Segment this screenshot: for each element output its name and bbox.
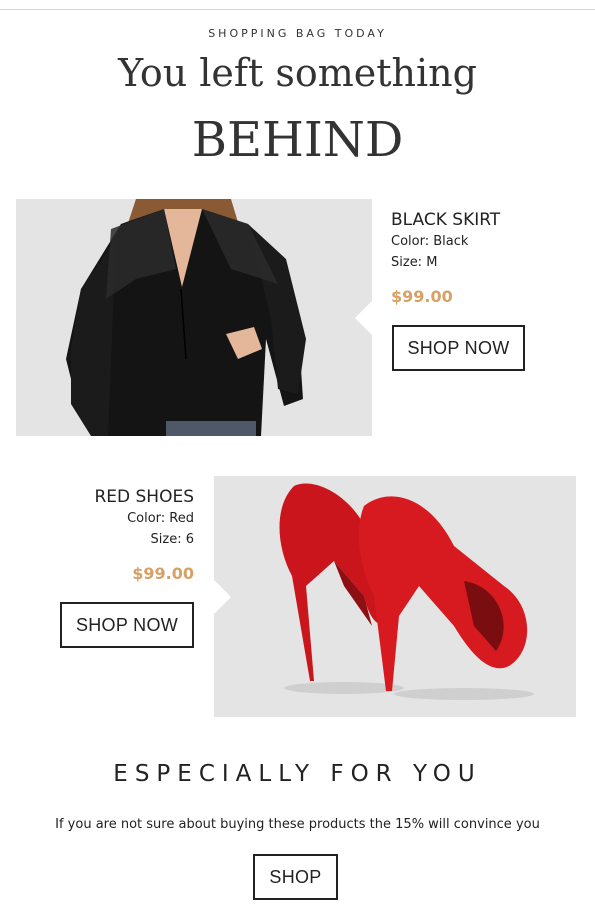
image-notch [214, 580, 231, 614]
shop-now-button-red-shoes[interactable]: SHOP NOW [60, 602, 194, 648]
top-divider [0, 9, 595, 10]
product-price: $99.00 [132, 564, 194, 583]
header-kicker: SHOPPING BAG TODAY [208, 27, 387, 40]
product-name: BLACK SKIRT [391, 210, 501, 230]
red-shoes-illustration [279, 483, 534, 700]
product-image-red-shoes[interactable] [214, 476, 576, 717]
product-size: Size: 6 [150, 532, 194, 547]
headline-emphasis: BEHIND [191, 112, 404, 168]
section-title: ESPECIALLY FOR YOU [113, 761, 482, 787]
product-image-black-blouse[interactable] [16, 199, 372, 436]
product-color: Color: Red [127, 511, 194, 526]
product-price: $99.00 [391, 287, 453, 306]
product-color: Color: Black [391, 234, 469, 249]
product-size: Size: M [391, 255, 438, 270]
shop-now-button-black-skirt[interactable]: SHOP NOW [392, 325, 525, 371]
promo-text: If you are not sure about buying these p… [55, 817, 540, 832]
image-notch [355, 301, 372, 335]
blouse-illustration [66, 199, 306, 436]
shop-button[interactable]: SHOP [253, 854, 338, 900]
product-name: RED SHOES [94, 487, 194, 507]
headline: You left something [118, 51, 477, 95]
